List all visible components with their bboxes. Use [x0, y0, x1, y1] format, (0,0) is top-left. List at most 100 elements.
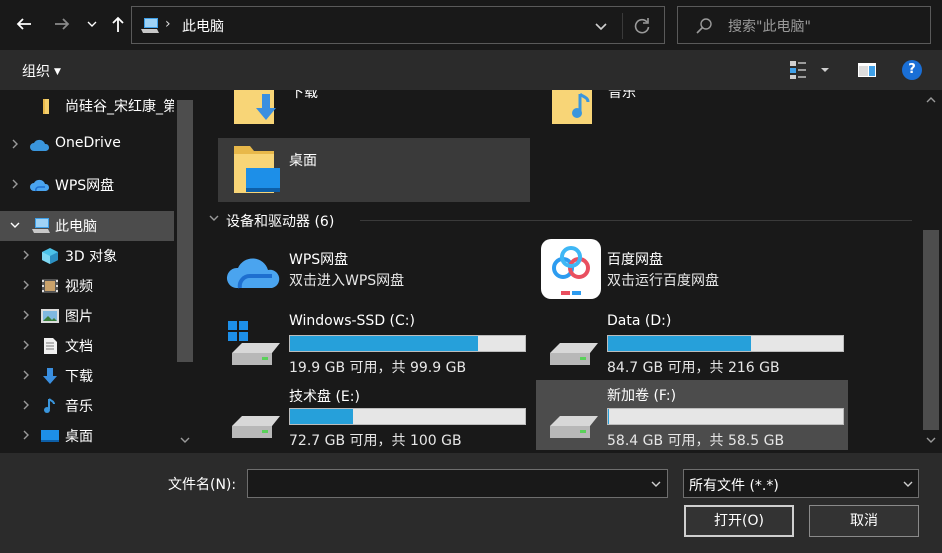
drive-name: Windows-SSD (C:) [289, 313, 415, 329]
content-scroll-thumb[interactable] [923, 230, 939, 430]
chevron-down-icon[interactable] [208, 212, 220, 224]
music-folder-icon [552, 90, 592, 124]
folder-tile-downloads[interactable]: 下载 [218, 90, 530, 130]
drive-subtitle: 双击运行百度网盘 [607, 273, 719, 289]
nav-item-documents[interactable]: 文档 [0, 331, 174, 361]
drive-size-text: 72.7 GB 可用，共 100 GB [289, 433, 462, 449]
nav-item-downloads[interactable]: 下载 [0, 361, 174, 391]
drive-tile-baidu-netdisk[interactable]: 百度网盘 双击运行百度网盘 [536, 236, 848, 304]
scroll-up-icon[interactable] [925, 94, 937, 106]
drive-usage-bar [607, 408, 844, 425]
preview-pane-button[interactable] [856, 60, 878, 80]
address-bar-row: › 此电脑 搜索"此电脑" [0, 0, 942, 50]
nav-item-wps-cloud[interactable]: WPS网盘 [0, 170, 174, 200]
download-icon [43, 368, 57, 384]
drive-size-text: 58.4 GB 可用，共 58.5 GB [607, 433, 785, 449]
chevron-right-icon[interactable] [20, 249, 32, 261]
chevron-right-icon[interactable] [9, 178, 21, 190]
nav-item-this-pc[interactable]: 此电脑 [0, 211, 174, 241]
nav-item-3d-objects[interactable]: 3D 对象 [0, 241, 174, 271]
filetype-select[interactable]: 所有文件 (*.*) [683, 469, 919, 498]
chevron-down-icon[interactable] [650, 478, 662, 490]
scroll-down-icon[interactable] [925, 434, 937, 446]
chevron-right-icon[interactable] [20, 429, 32, 441]
drive-usage-fill [608, 336, 752, 351]
nav-item-course-folder[interactable]: 尚硅谷_宋红康_第 [0, 91, 177, 121]
nav-item-label: 图片 [65, 309, 93, 325]
nav-item-music[interactable]: 音乐 [0, 391, 174, 421]
chevron-right-icon[interactable] [9, 138, 21, 150]
chevron-right-icon[interactable] [20, 339, 32, 351]
chevron-down-icon[interactable] [592, 17, 610, 35]
back-button[interactable] [10, 10, 38, 38]
hard-drive-icon [550, 343, 598, 365]
recent-locations-button[interactable] [80, 10, 104, 38]
nav-item-label: 此电脑 [55, 219, 97, 235]
baidu-netdisk-icon [541, 239, 601, 299]
drive-tile-d[interactable]: Data (D:) 84.7 GB 可用，共 216 GB [536, 311, 848, 379]
nav-item-label: 音乐 [65, 399, 93, 415]
pictures-icon [41, 309, 59, 323]
drive-usage-bar [607, 335, 844, 352]
wps-cloud-icon [30, 179, 50, 192]
nav-item-pictures[interactable]: 图片 [0, 301, 174, 331]
up-button[interactable] [104, 10, 132, 38]
address-field[interactable]: › 此电脑 [131, 6, 665, 44]
drive-size-text: 19.9 GB 可用，共 99.9 GB [289, 360, 467, 376]
folder-name: 下载 [290, 90, 318, 101]
change-view-button[interactable] [788, 59, 832, 81]
drive-tile-e[interactable]: 技术盘 (E:) 72.7 GB 可用，共 100 GB [218, 384, 530, 452]
drive-tile-f[interactable]: 新加卷 (F:) 58.4 GB 可用，共 58.5 GB [536, 380, 848, 450]
music-icon [44, 398, 55, 413]
caret-down-icon: ▼ [54, 67, 61, 77]
folder-icon [43, 99, 49, 114]
nav-item-label: 下载 [65, 369, 93, 385]
back-arrow-icon [16, 18, 31, 30]
content-scrollbar[interactable] [920, 90, 942, 453]
nav-item-desktop[interactable]: 桌面 [0, 421, 174, 451]
chevron-right-icon[interactable] [20, 309, 32, 321]
filename-label: 文件名(N): [168, 477, 237, 493]
chevron-right-icon[interactable] [20, 399, 32, 411]
drive-usage-fill [290, 409, 354, 424]
folder-tile-music[interactable]: 音乐 [536, 90, 848, 130]
nav-item-label: 文档 [65, 339, 93, 355]
nav-item-label: WPS网盘 [55, 178, 115, 194]
cancel-button[interactable]: 取消 [809, 505, 919, 537]
filename-input[interactable] [248, 470, 638, 497]
up-arrow-icon [112, 16, 124, 32]
breadcrumb-location[interactable]: 此电脑 [182, 16, 224, 36]
nav-item-label: 桌面 [65, 429, 93, 445]
nav-item-label: OneDrive [55, 135, 121, 151]
forward-button[interactable] [48, 10, 76, 38]
dialog-footer: 文件名(N): 所有文件 (*.*) 打开(O) 取消 [0, 453, 942, 553]
folder-name: 音乐 [608, 90, 636, 101]
filename-combobox[interactable] [247, 469, 668, 498]
organize-menu-button[interactable]: 组织 ▼ [22, 61, 61, 81]
forward-arrow-icon [55, 18, 70, 30]
chevron-down-icon[interactable] [902, 478, 914, 490]
drive-tile-wps-cloud[interactable]: WPS网盘 双击进入WPS网盘 [218, 236, 530, 304]
drive-name: Data (D:) [607, 313, 672, 329]
chevron-down-icon[interactable] [9, 219, 21, 231]
drive-usage-fill [290, 336, 478, 351]
folder-tile-desktop[interactable]: 桌面 [218, 138, 530, 202]
onedrive-cloud-icon [30, 139, 50, 151]
refresh-icon[interactable] [632, 16, 652, 36]
scroll-down-icon[interactable] [179, 434, 191, 446]
nav-scroll-thumb[interactable] [177, 100, 193, 362]
devices-group-header[interactable]: 设备和驱动器 (6) [208, 210, 912, 230]
drive-name: 技术盘 (E:) [289, 389, 360, 405]
nav-item-onedrive[interactable]: OneDrive [0, 130, 174, 160]
help-button[interactable]: ? [902, 60, 922, 80]
nav-item-label: 3D 对象 [65, 249, 118, 265]
open-button[interactable]: 打开(O) [684, 505, 794, 537]
search-field[interactable]: 搜索"此电脑" [677, 6, 931, 44]
nav-scrollbar[interactable] [174, 90, 196, 453]
nav-item-videos[interactable]: 视频 [0, 271, 174, 301]
drive-tile-c[interactable]: Windows-SSD (C:) 19.9 GB 可用，共 99.9 GB [218, 311, 530, 379]
system-drive-icon [228, 321, 280, 365]
video-icon [42, 279, 58, 293]
chevron-right-icon[interactable] [20, 369, 32, 381]
chevron-right-icon[interactable] [20, 279, 32, 291]
